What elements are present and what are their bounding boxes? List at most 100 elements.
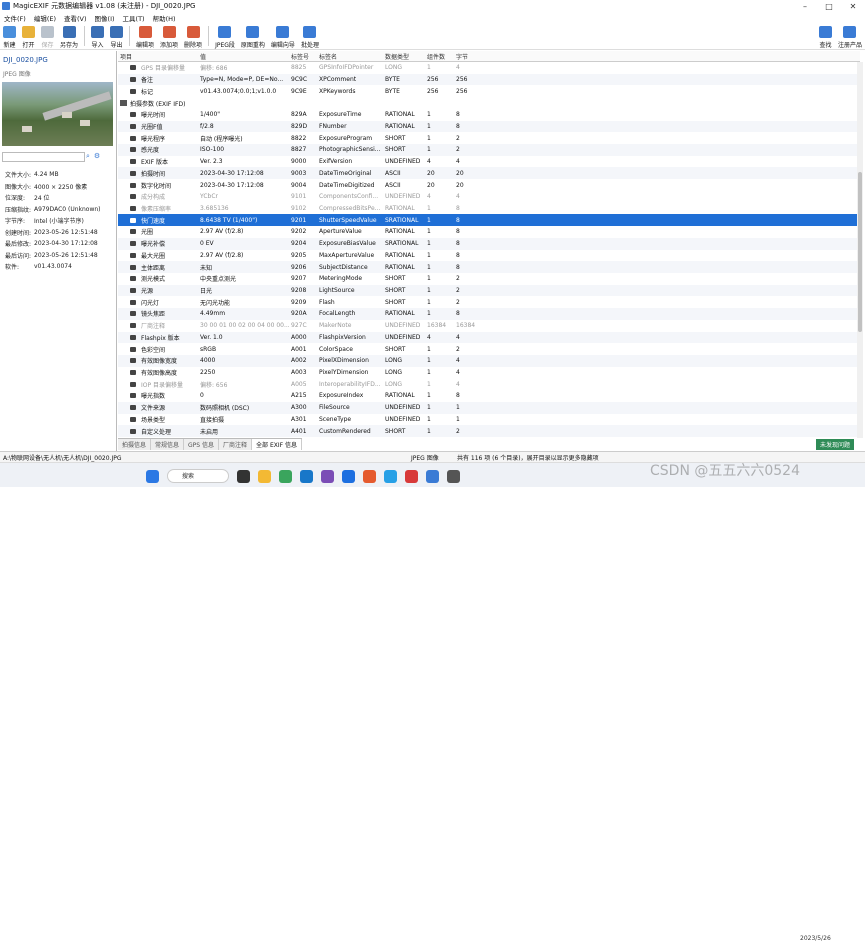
property-search-input[interactable] [2,152,85,162]
edge-icon[interactable] [300,469,313,483]
menu-file[interactable]: 文件(F) [0,13,30,23]
toolbar-new-file-button[interactable]: 新建 [0,23,19,49]
task-view-icon[interactable] [237,469,250,483]
tab-4[interactable]: 全部 EXIF 信息 [252,439,302,450]
toolbar-find-button[interactable]: 查找 [816,23,835,49]
cell-item-wrap: 有效图像宽度 [118,356,200,365]
menu-image[interactable]: 图像(I) [91,13,119,23]
toolbar-register-button[interactable]: 注册产品 [835,23,865,49]
toolbar-delete-item-button[interactable]: 删除项 [181,23,205,49]
tab-2[interactable]: GPS 信息 [184,439,220,450]
app-icon-2[interactable] [363,469,376,483]
cell-v: 0 EV [200,240,214,248]
tab-0[interactable]: 拍摄信息 [118,439,152,450]
toolbar-wizard-button[interactable]: 编辑向导 [268,23,298,49]
menu-tools[interactable]: 工具(T) [119,13,149,23]
tab-1[interactable]: 常规信息 [151,439,185,450]
table-row[interactable]: 光圈F值 f/2.8 829D FNumber RATIONAL 1 8 [118,120,860,133]
table-row[interactable]: 主体距离 未知 9206 SubjectDistance RATIONAL 1 8 [118,261,860,273]
toolbar-jpeg-segment-button[interactable]: JPEG段 [212,23,238,49]
close-button[interactable]: ✕ [841,2,865,11]
table-row[interactable]: 拍摄时间 2023-04-30 17:12:08 9003 DateTimeOrigi… [118,167,860,180]
column-header-tag-id[interactable]: 标签号 [291,52,319,61]
toolbar-rebuild-button[interactable]: 原图重构 [238,23,268,49]
cell-item: 曝光指数 [141,393,166,401]
cell-item: 最大光圈 [141,252,166,260]
app-icon-1[interactable] [321,469,334,483]
column-header-tag-name[interactable]: 标签名 [319,52,385,61]
vertical-scrollbar[interactable] [857,62,863,438]
table-row[interactable]: 测光模式 中央重点测光 9207 MeteringMode SHORT 1 2 [118,273,860,285]
tag-icon [130,428,136,434]
app-icon-3[interactable] [384,469,397,483]
app-icon-4[interactable] [405,469,418,483]
column-header-bytes[interactable]: 字节 [456,52,485,61]
toolbar-folder-open-button[interactable]: 打开 [19,23,38,49]
menu-help[interactable]: 帮助(H) [149,13,180,23]
cell-n: 1 [427,357,431,365]
table-row[interactable]: 有效图像宽度 4000 A002 PixelXDimension LONG 1 4 [118,354,860,367]
cell-type: LONG [385,357,402,365]
gear-icon[interactable]: ⚙ [94,152,100,161]
table-row[interactable]: IOP 目录偏移量 偏移: 656 A005 InteroperabilityIFD.… [118,378,860,390]
column-header-value[interactable]: 值 [200,52,291,61]
table-row[interactable]: 光源 日光 9208 LightSource SHORT 1 2 [118,284,860,297]
minimize-button[interactable]: – [793,2,817,11]
magicexif-taskbar-icon[interactable] [426,469,439,483]
taskbar-search[interactable]: 搜索 [167,469,229,483]
table-row[interactable]: 感光度 ISO-100 8827 PhotographicSensi... SHORT 1… [118,144,860,156]
maximize-button[interactable]: □ [817,2,841,11]
table-row[interactable]: 曝光补偿 0 EV 9204 ExposureBiasValue SRATIONAL 1 8 [118,237,860,250]
table-row[interactable]: 备注 Type=N, Mode=P, DE=No... 9C9C XPComment B… [118,73,860,86]
table-row[interactable]: 曝光指数 0 A215 ExposureIndex RATIONAL 1 8 [118,390,860,402]
column-header-type[interactable]: 数据类型 [385,52,427,61]
table-row[interactable]: 闪光灯 无闪光功能 9209 Flash SHORT 1 2 [118,296,860,308]
cell-name: FNumber [319,122,347,130]
word-icon[interactable] [342,469,355,483]
table-row[interactable]: 曝光程序 自动 (程序曝光) 8822 ExposureProgram SHORT 1 2 [118,132,860,144]
cell-n: 1 [427,64,431,72]
app-icon-5[interactable] [447,469,460,483]
toolbar-export-button[interactable]: 导出 [107,23,126,49]
table-group-row[interactable]: 拍摄参数 (EXIF IFD) [118,97,860,109]
table-row[interactable]: GPS 目录偏移量 偏移: 686 8825 GPSInfoIFDPointer LON… [118,62,860,74]
cell-type: RATIONAL [385,392,415,400]
table-row[interactable]: 文件来源 数码照相机 (DSC) A300 FileSource UNDEFINED 1 1 [118,401,860,414]
toolbar-add-item-button[interactable]: 添加项 [157,23,181,49]
table-row[interactable]: 数字化时间 2023-04-30 17:12:08 9004 DateTimeDigi… [118,179,860,191]
table-row[interactable]: 色彩空间 sRGB A001 ColorSpace SHORT 1 2 [118,343,860,355]
table-row[interactable]: 成分构成 YCbCr 9101 ComponentsConfi... UNDEFINED… [118,191,860,203]
chrome-icon[interactable] [279,469,292,483]
toolbar-label: 删除项 [184,42,203,49]
property-label: 字节序: [5,218,26,226]
table-row[interactable]: 最大光圈 2.97 AV (f/2.8) 9205 MaxApertureValue R… [118,250,860,262]
table-row[interactable]: 自定义处理 未启用 A401 CustomRendered SHORT 1 2 [118,425,860,437]
toolbar-import-button[interactable]: 导入 [88,23,107,49]
explorer-icon[interactable] [258,469,271,483]
table-row[interactable]: EXIF 版本 Ver. 2.3 9000 ExifVersion UNDEFINED 4… [118,156,860,168]
table-row[interactable]: 有效图像高度 2250 A003 PixelYDimension LONG 1 4 [118,367,860,379]
table-row[interactable]: 标记 v01.43.0074;0.0;1;v1.0.0 9C9E XPKeywords… [118,85,860,97]
cell-b: 2 [456,298,460,306]
start-icon[interactable] [146,469,159,483]
property-value: 2023-05-26 12:51:48 [34,251,98,259]
table-row[interactable]: 快门速度 8.6438 TV (1/400") 9201 ShutterSpeedVa… [118,214,860,227]
search-icon[interactable]: ⌕ [86,152,90,161]
menu-view[interactable]: 查看(V) [60,13,91,23]
column-header-count[interactable]: 组件数 [427,52,456,61]
status-badge[interactable]: 未发现问题 [816,439,855,450]
toolbar-edit-item-button[interactable]: 编辑项 [133,23,157,49]
table-row[interactable]: 光圈 2.97 AV (f/2.8) 9202 ApertureValue RATION… [118,226,860,238]
table-row[interactable]: 镜头焦距 4.49mm 920A FocalLength RATIONAL 1 8 [118,308,860,320]
table-row[interactable]: 像素压缩率 3.685136 9102 CompressedBitsPe... RATI… [118,203,860,215]
menu-edit[interactable]: 编辑(E) [30,13,60,23]
table-row[interactable]: 场景类型 直接拍摄 A301 SceneType UNDEFINED 1 1 [118,414,860,426]
toolbar-save-as-button[interactable]: 另存为 [57,23,81,49]
tab-3[interactable]: 厂商注释 [219,439,253,450]
toolbar-save-button[interactable]: 保存 [38,23,57,49]
column-header-item[interactable]: 项目 [118,52,200,61]
table-row[interactable]: Flashpix 版本 Ver. 1.0 A000 FlashpixVersion UN… [118,331,860,344]
table-row[interactable]: 曝光时间 1/400" 829A ExposureTime RATIONAL 1 8 [118,109,860,121]
toolbar-batch-button[interactable]: 批处理 [298,23,322,49]
table-row[interactable]: 厂商注释 30 00 01 00 02 00 04 00 00... 927C Mak… [118,320,860,332]
